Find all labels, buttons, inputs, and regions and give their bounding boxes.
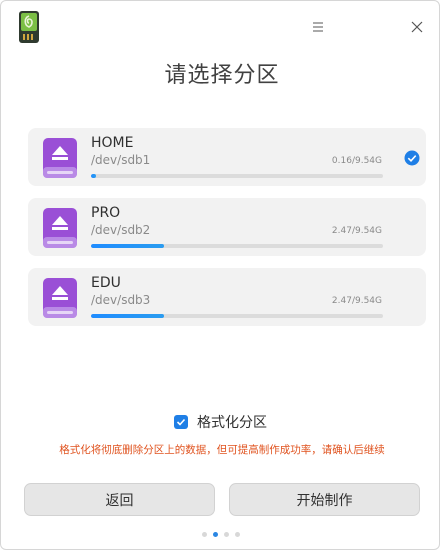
page-dot <box>202 532 207 537</box>
usage-bar <box>91 244 383 248</box>
usage-bar-fill <box>91 314 164 318</box>
checkmark-icon <box>176 418 186 426</box>
partition-size: 2.47/9.54G <box>331 226 382 236</box>
partition-device: /dev/sdb3 <box>91 293 151 307</box>
format-option[interactable]: 格式化分区 <box>174 412 267 432</box>
partition-device: /dev/sdb2 <box>91 223 151 237</box>
close-button[interactable] <box>406 16 428 38</box>
app-window: 请选择分区 HOME/dev/sdb1 0.16/9.54G PRO/dev/sdb… <box>0 0 440 550</box>
usb-drive-icon <box>43 208 77 248</box>
partition-name: HOME <box>91 135 134 151</box>
usage-bar <box>91 314 383 318</box>
usage-bar-fill <box>91 174 96 178</box>
partition-size: 0.16/9.54G <box>331 156 382 166</box>
partition-name: PRO <box>91 205 121 221</box>
page-indicator <box>202 532 240 537</box>
page-dot <box>235 532 240 537</box>
selected-check-icon <box>404 150 420 166</box>
page-title: 请选择分区 <box>164 63 280 88</box>
partition-device: /dev/sdb1 <box>91 153 151 167</box>
partition-name: EDU <box>91 275 121 291</box>
partition-size: 2.47/9.54G <box>331 296 382 306</box>
menu-button[interactable] <box>307 16 329 38</box>
start-button[interactable]: 开始制作 <box>229 483 420 516</box>
format-label: 格式化分区 <box>197 415 267 431</box>
partition-item-pro[interactable]: PRO/dev/sdb2 2.47/9.54G <box>28 198 426 256</box>
usb-drive-icon <box>43 138 77 178</box>
format-checkbox[interactable] <box>174 415 188 429</box>
usage-bar-fill <box>91 244 164 248</box>
warning-text: 格式化将彻底删除分区上的数据，但可提高制作成功率，请确认后继续 <box>59 444 385 456</box>
usb-drive-icon <box>43 278 77 318</box>
partition-item-edu[interactable]: EDU/dev/sdb3 2.47/9.54G <box>28 268 426 326</box>
page-dot <box>224 532 229 537</box>
back-button[interactable]: 返回 <box>24 483 215 516</box>
hamburger-menu-icon <box>313 22 323 32</box>
partition-item-home[interactable]: HOME/dev/sdb1 0.16/9.54G <box>28 128 426 186</box>
close-icon <box>411 21 423 33</box>
usage-bar <box>91 174 383 178</box>
app-logo-icon <box>19 11 39 43</box>
page-dot <box>213 532 218 537</box>
